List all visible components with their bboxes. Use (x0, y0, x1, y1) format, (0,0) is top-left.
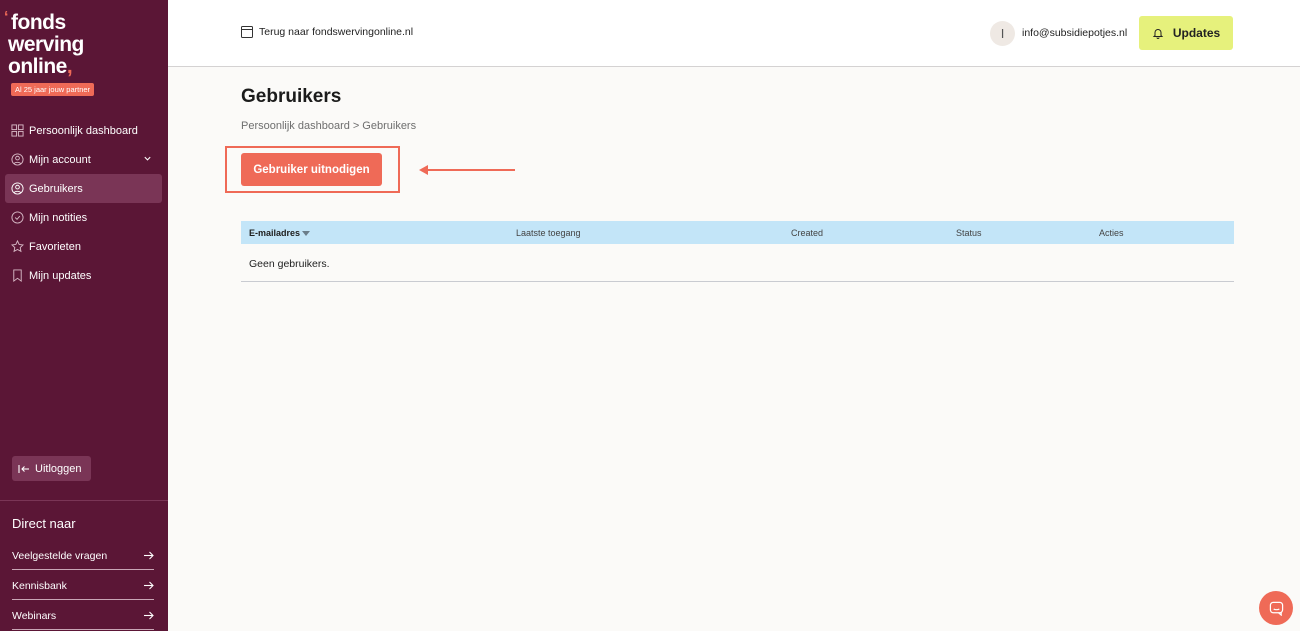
brand-logo[interactable]: ‘ fonds werving online, Al 25 jaar jouw … (4, 10, 95, 97)
logout-icon (18, 464, 29, 473)
direct-link-knowledge-base[interactable]: Kennisbank (12, 570, 154, 600)
sidebar-item-label: Persoonlijk dashboard (29, 124, 138, 137)
star-icon (11, 240, 24, 253)
pointer-arrow-annotation (419, 165, 515, 175)
back-to-site-link[interactable]: Terug naar fondswervingonline.nl (241, 26, 413, 38)
arrow-right-icon (144, 611, 154, 620)
topbar: Terug naar fondswervingonline.nl I info@… (168, 0, 1300, 67)
column-header-actions: Acties (1099, 228, 1124, 238)
logo-line-3: online, (8, 56, 94, 78)
logout-label: Uitloggen (35, 462, 82, 475)
bookmark-icon (11, 269, 24, 282)
sort-desc-icon (302, 231, 311, 237)
back-link-label: Terug naar fondswervingonline.nl (259, 26, 414, 38)
direct-link-faq[interactable]: Veelgestelde vragen (12, 540, 154, 570)
chat-icon (1269, 601, 1283, 616)
arrow-right-icon (144, 581, 154, 590)
sidebar-item-notes[interactable]: Mijn notities (5, 203, 162, 232)
logo-line-2: werving (8, 33, 84, 56)
users-icon (11, 182, 24, 195)
sidebar-item-label: Favorieten (29, 240, 81, 253)
brand-tagline: Al 25 jaar jouw partner (11, 83, 95, 96)
column-header-last-access: Laatste toegang (516, 228, 581, 238)
direct-title: Direct naar (12, 516, 76, 531)
logo-mark: ‘ (4, 9, 9, 26)
user-circle-icon (11, 153, 24, 166)
sidebar-item-users[interactable]: Gebruikers (5, 174, 162, 203)
page-title: Gebruikers (241, 86, 342, 107)
bell-icon (1152, 29, 1164, 39)
dashboard-grid-icon (11, 124, 24, 137)
table-empty-row: Geen gebruikers. (241, 244, 1234, 282)
sidebar-item-account[interactable]: Mijn account (5, 145, 162, 174)
user-email[interactable]: info@subsidiepotjes.nl (1022, 27, 1127, 39)
sidebar-item-favorites[interactable]: Favorieten (5, 232, 162, 261)
chat-launcher-button[interactable] (1259, 591, 1293, 625)
invite-user-button[interactable]: Gebruiker uitnodigen (241, 153, 382, 186)
sidebar-divider (0, 500, 168, 501)
sidebar-nav: Persoonlijk dashboard Mijn account Gebru… (5, 116, 162, 290)
sidebar-item-label: Mijn updates (29, 269, 92, 282)
breadcrumb-separator: > (352, 120, 360, 132)
logo-line-3-text: online (8, 55, 67, 78)
avatar[interactable]: I (990, 21, 1015, 46)
sidebar-item-label: Mijn notities (29, 211, 88, 224)
direct-link-label: Kennisbank (12, 579, 67, 592)
browser-window-icon (241, 26, 253, 38)
breadcrumb-current: Gebruikers (362, 120, 417, 132)
breadcrumb-parent[interactable]: Persoonlijk dashboard (241, 120, 350, 132)
users-table: E-mailadres Laatste toegang Created Stat… (241, 221, 1234, 282)
direct-link-webinars[interactable]: Webinars (12, 600, 154, 630)
direct-links: Veelgestelde vragen Kennisbank Webinars (12, 540, 154, 630)
direct-link-label: Veelgestelde vragen (12, 549, 108, 562)
sidebar: ‘ fonds werving online, Al 25 jaar jouw … (0, 0, 168, 631)
logo-line-1: fonds (11, 11, 66, 34)
direct-link-label: Webinars (12, 609, 57, 622)
sidebar-item-label: Gebruikers (29, 182, 83, 195)
logo-comma: , (66, 55, 73, 78)
column-header-email-label: E-mailadres (249, 228, 301, 238)
sidebar-item-label: Mijn account (29, 153, 91, 166)
arrow-right-icon (144, 551, 154, 560)
column-header-status: Status (956, 228, 982, 238)
logout-button[interactable]: Uitloggen (12, 456, 91, 481)
breadcrumb: Persoonlijk dashboard > Gebruikers (241, 120, 416, 132)
chevron-down-icon[interactable] (143, 154, 152, 163)
check-circle-icon (11, 211, 24, 224)
updates-label: Updates (1172, 26, 1221, 40)
sidebar-item-updates[interactable]: Mijn updates (5, 261, 162, 290)
column-header-created: Created (791, 228, 824, 238)
updates-button[interactable]: Updates (1139, 16, 1233, 50)
sidebar-item-dashboard[interactable]: Persoonlijk dashboard (5, 116, 162, 145)
column-header-email[interactable]: E-mailadres (249, 228, 311, 238)
table-header: E-mailadres Laatste toegang Created Stat… (241, 221, 1234, 244)
